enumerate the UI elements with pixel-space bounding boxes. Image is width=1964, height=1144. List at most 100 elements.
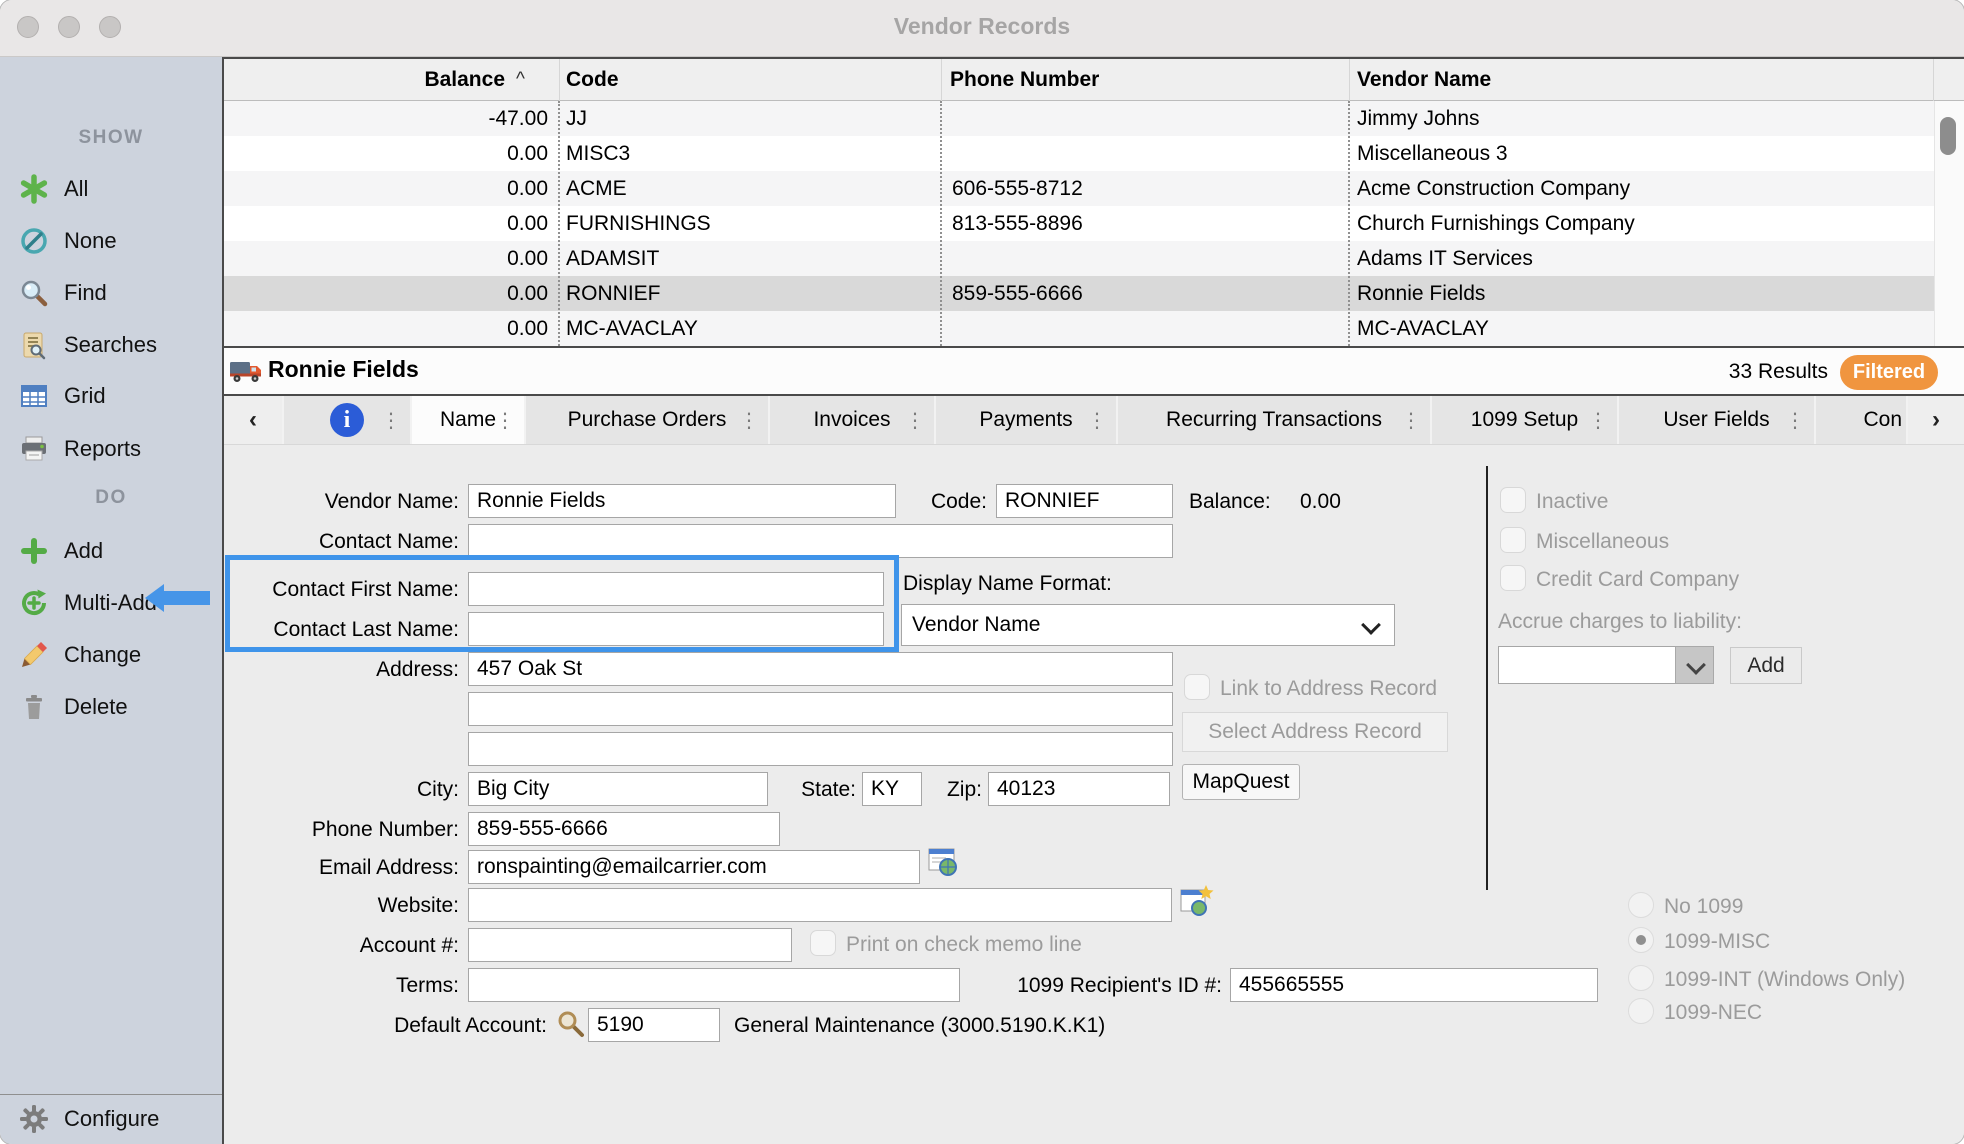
cell-code: MISC3: [566, 136, 926, 171]
results-count: 33 Results: [1660, 360, 1828, 384]
tab-contact-truncated[interactable]: Con: [1816, 396, 1906, 444]
tab-label: Con: [1863, 408, 1902, 432]
column-header-vendor[interactable]: Vendor Name: [1357, 59, 1757, 101]
tab-label: Payments: [979, 408, 1072, 432]
sidebar-item-find[interactable]: Find: [0, 267, 222, 319]
phone-number-field[interactable]: [468, 812, 780, 846]
recipient-id-field[interactable]: [1230, 968, 1598, 1002]
sidebar-item-delete[interactable]: Delete: [0, 681, 222, 733]
city-field[interactable]: [468, 772, 768, 806]
email-address-field[interactable]: [468, 850, 920, 884]
cell-phone: [952, 311, 1332, 346]
print-memo-checkbox[interactable]: [810, 930, 836, 956]
sidebar-item-label: None: [64, 228, 117, 254]
tab-menu-dots[interactable]: ⋮: [1588, 396, 1608, 444]
sidebar-item-reports[interactable]: Reports: [0, 423, 222, 475]
column-header-phone[interactable]: Phone Number: [950, 59, 1280, 101]
filtered-badge[interactable]: Filtered: [1840, 355, 1938, 390]
scrollbar-thumb[interactable]: [1940, 117, 1956, 155]
cell-code: JJ: [566, 101, 926, 136]
sidebar-item-all[interactable]: All: [0, 163, 222, 215]
cell-phone: [952, 241, 1332, 276]
default-account-field[interactable]: [588, 1008, 720, 1042]
open-website-icon[interactable]: [1180, 884, 1214, 923]
tab-menu-dots[interactable]: ⋮: [1785, 396, 1805, 444]
tab-menu-dots[interactable]: ⋮: [1401, 396, 1421, 444]
miscellaneous-checkbox[interactable]: [1500, 527, 1526, 553]
account-number-field[interactable]: [468, 928, 792, 962]
sidebar-item-searches[interactable]: Searches: [0, 319, 222, 371]
table-row[interactable]: 0.00 MISC3 Miscellaneous 3: [224, 136, 1934, 171]
tabs-scroll-left-button[interactable]: ‹: [224, 396, 282, 444]
cell-phone: 813-555-8896: [952, 206, 1332, 241]
tab-user-fields[interactable]: User Fields ⋮: [1619, 396, 1814, 444]
column-header-code[interactable]: Code: [566, 59, 866, 101]
tab-menu-dots[interactable]: ⋮: [495, 396, 515, 444]
sidebar-item-none[interactable]: None: [0, 215, 222, 267]
mapquest-button[interactable]: MapQuest: [1182, 764, 1300, 800]
display-name-format-select[interactable]: Vendor Name: [901, 604, 1395, 646]
table-row[interactable]: 0.00 ADAMSIT Adams IT Services: [224, 241, 1934, 276]
tab-payments[interactable]: Payments ⋮: [936, 396, 1116, 444]
account-number-label: Account #:: [220, 932, 459, 959]
table-row[interactable]: -47.00 JJ Jimmy Johns: [224, 101, 1934, 136]
contact-name-field[interactable]: [468, 524, 1173, 558]
account-lookup-icon[interactable]: [556, 1009, 585, 1043]
accrue-add-button[interactable]: Add: [1730, 647, 1802, 684]
state-label: State:: [790, 776, 856, 803]
tab-purchase-orders[interactable]: Purchase Orders ⋮: [526, 396, 768, 444]
terms-field[interactable]: [468, 968, 960, 1002]
cell-code: MC-AVACLAY: [566, 311, 926, 346]
table-row-selected[interactable]: 0.00 RONNIEF 859-555-6666 Ronnie Fields: [224, 276, 1934, 311]
address-line1-field[interactable]: [468, 652, 1173, 686]
sidebar-item-add[interactable]: Add: [0, 525, 222, 577]
radio-1099-int[interactable]: [1628, 965, 1654, 991]
column-header-balance[interactable]: Balance: [224, 59, 505, 101]
code-field[interactable]: [996, 484, 1173, 518]
sidebar-item-configure[interactable]: Configure: [0, 1094, 222, 1144]
tab-menu-dots[interactable]: ⋮: [905, 396, 925, 444]
detail-vendor-name: Ronnie Fields: [268, 356, 419, 383]
tab-1099-setup[interactable]: 1099 Setup ⋮: [1432, 396, 1617, 444]
address-line2-field[interactable]: [468, 692, 1173, 726]
send-email-icon[interactable]: [928, 846, 959, 882]
radio-no-1099[interactable]: [1628, 892, 1654, 918]
chevron-down-icon: [1686, 655, 1706, 675]
state-field[interactable]: [862, 772, 922, 806]
accrue-liability-select[interactable]: [1498, 646, 1676, 684]
tabs-scroll-right-button[interactable]: ›: [1908, 396, 1964, 444]
radio-1099-nec[interactable]: [1628, 998, 1654, 1024]
table-row[interactable]: 0.00 MC-AVACLAY MC-AVACLAY: [224, 311, 1934, 346]
header-separator: [559, 59, 560, 101]
table-row[interactable]: 0.00 ACME 606-555-8712 Acme Construction…: [224, 171, 1934, 206]
sidebar-item-label: Searches: [64, 332, 157, 358]
tab-invoices[interactable]: Invoices ⋮: [770, 396, 934, 444]
tab-recurring-transactions[interactable]: Recurring Transactions ⋮: [1118, 396, 1430, 444]
vendor-name-field[interactable]: [468, 484, 896, 518]
credit-card-company-checkbox[interactable]: [1500, 565, 1526, 591]
cell-balance: 0.00: [224, 171, 548, 206]
tab-menu-dots[interactable]: ⋮: [739, 396, 759, 444]
tab-menu-dots[interactable]: ⋮: [381, 396, 401, 444]
contact-first-name-field[interactable]: [468, 572, 884, 606]
prohibited-icon: [16, 226, 52, 256]
tab-menu-dots[interactable]: ⋮: [1087, 396, 1107, 444]
website-field[interactable]: [468, 888, 1172, 922]
sidebar-item-label: Add: [64, 538, 103, 564]
display-name-format-value: Vendor Name: [912, 613, 1040, 637]
tab-name[interactable]: Name ⋮: [412, 396, 524, 444]
link-address-checkbox[interactable]: [1184, 674, 1210, 700]
radio-1099-misc[interactable]: [1628, 927, 1654, 953]
address-line3-field[interactable]: [468, 732, 1173, 766]
sort-ascending-icon[interactable]: ^: [516, 59, 540, 101]
tab-info[interactable]: i ⋮: [284, 396, 410, 444]
select-address-record-button[interactable]: Select Address Record: [1182, 712, 1448, 752]
table-row[interactable]: 0.00 FURNISHINGS 813-555-8896 Church Fur…: [224, 206, 1934, 241]
sidebar-item-change[interactable]: Change: [0, 629, 222, 681]
sidebar-item-grid[interactable]: Grid: [0, 370, 222, 422]
zip-field[interactable]: [988, 772, 1170, 806]
inactive-checkbox[interactable]: [1500, 487, 1526, 513]
printer-icon: [16, 434, 52, 464]
accrue-liability-select-button[interactable]: [1675, 646, 1714, 684]
contact-last-name-field[interactable]: [468, 612, 884, 646]
